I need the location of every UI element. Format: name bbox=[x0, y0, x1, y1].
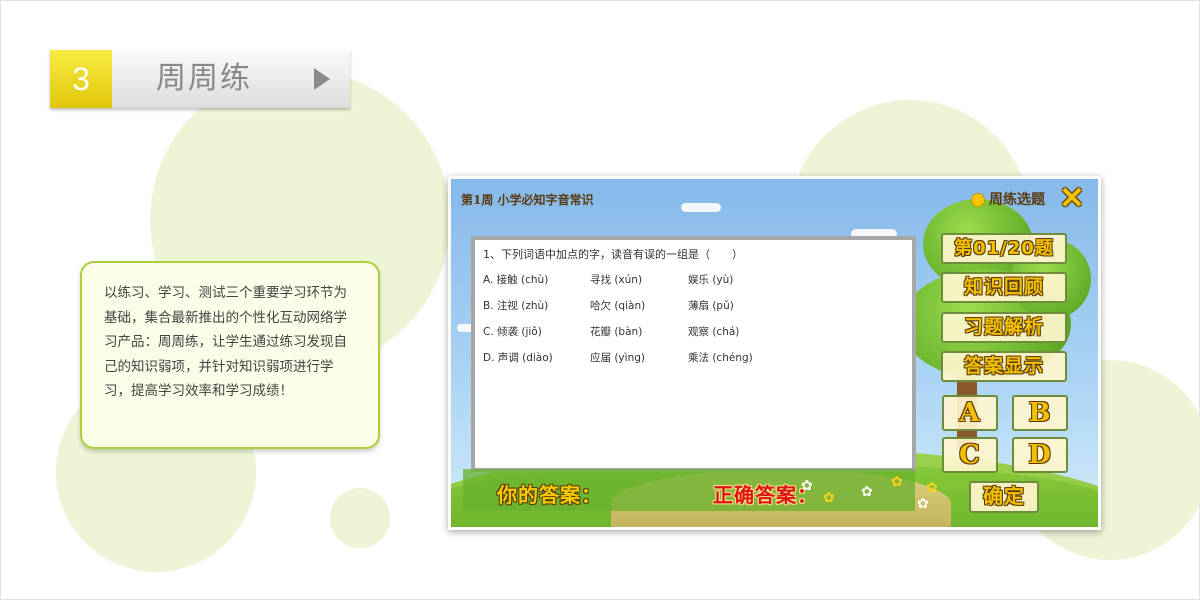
flower-icon: ✿ bbox=[801, 478, 813, 494]
play-arrow-icon bbox=[314, 68, 330, 90]
answer-a-button[interactable]: A bbox=[942, 395, 998, 431]
option-word: 花瓣 (bàn) bbox=[590, 326, 643, 338]
answer-c-button[interactable]: C bbox=[942, 437, 998, 473]
question-progress-button[interactable]: 第01/20题 bbox=[941, 233, 1067, 264]
cloud bbox=[681, 203, 721, 212]
section-title: 周周练 bbox=[156, 61, 252, 96]
week-select-button[interactable]: 周练选题 bbox=[971, 189, 1045, 211]
window-title: 第1周 小学必知字音常识 bbox=[461, 193, 594, 207]
description-text: 以练习、学习、测试三个重要学习环节为基础，集合最新推出的个性化互动网络学习产品：… bbox=[104, 285, 347, 399]
knowledge-review-button[interactable]: 知识回顾 bbox=[941, 272, 1067, 303]
question-text: 1、下列词语中加点的字，读音有误的一组是（ ） bbox=[483, 248, 743, 261]
close-icon[interactable]: ✕ bbox=[1059, 184, 1085, 214]
option-word: C. 倾袭 (jiǒ) bbox=[483, 326, 542, 338]
option-word: B. 注视 (zhù) bbox=[483, 300, 549, 312]
show-answer-button[interactable]: 答案显示 bbox=[941, 351, 1067, 382]
option-word: 观察 (chá) bbox=[688, 326, 740, 338]
option-word: 应届 (yìng) bbox=[590, 352, 645, 364]
flower-icon: ✿ bbox=[917, 496, 929, 512]
bullet-icon bbox=[971, 193, 985, 207]
app-window: 第1周 小学必知字音常识 周练选题 ✕ 1、下列词语中加点的字，读音有误的一组是… bbox=[448, 176, 1101, 530]
answer-d-button[interactable]: D bbox=[1012, 437, 1068, 473]
flower-icon: ✿ bbox=[926, 480, 938, 496]
option-word: 乘法 (chéng) bbox=[688, 352, 753, 364]
option-row-d: D. 声调 (diào) 应届 (yìng) 乘法 (chéng) bbox=[483, 350, 903, 366]
option-word: 娱乐 (yù) bbox=[688, 274, 734, 286]
option-row-c: C. 倾袭 (jiǒ) 花瓣 (bàn) 观察 (chá) bbox=[483, 324, 903, 340]
option-row-a: A. 接触 (chù) 寻找 (xún) 娱乐 (yù) bbox=[483, 272, 903, 288]
option-word: 哈欠 (qiàn) bbox=[590, 300, 646, 312]
flower-icon: ✿ bbox=[823, 490, 835, 506]
option-word: D. 声调 (diào) bbox=[483, 352, 553, 364]
section-tab: 3 周周练 bbox=[50, 50, 350, 108]
section-number: 3 bbox=[50, 50, 112, 108]
flower-icon: ✿ bbox=[891, 474, 903, 490]
analysis-button[interactable]: 习题解析 bbox=[941, 312, 1067, 343]
option-word: 薄扇 (pǔ) bbox=[688, 300, 734, 312]
confirm-button[interactable]: 确定 bbox=[969, 481, 1039, 513]
flower-icon: ✿ bbox=[861, 484, 873, 500]
option-row-b: B. 注视 (zhù) 哈欠 (qiàn) 薄扇 (pǔ) bbox=[483, 298, 903, 314]
your-answer-label: 你的答案： bbox=[497, 483, 602, 507]
answer-b-button[interactable]: B bbox=[1012, 395, 1068, 431]
week-select-label: 周练选题 bbox=[989, 192, 1045, 208]
option-word: 寻找 (xún) bbox=[590, 274, 643, 286]
question-panel: 1、下列词语中加点的字，读音有误的一组是（ ） A. 接触 (chù) 寻找 (… bbox=[471, 236, 916, 472]
answer-bar: 你的答案： 正确答案： bbox=[463, 469, 915, 511]
option-word: A. 接触 (chù) bbox=[483, 274, 549, 286]
description-card: 以练习、学习、测试三个重要学习环节为基础，集合最新推出的个性化互动网络学习产品：… bbox=[80, 261, 380, 449]
bg-circle bbox=[330, 488, 390, 548]
section-title-bar: 周周练 bbox=[112, 50, 350, 108]
